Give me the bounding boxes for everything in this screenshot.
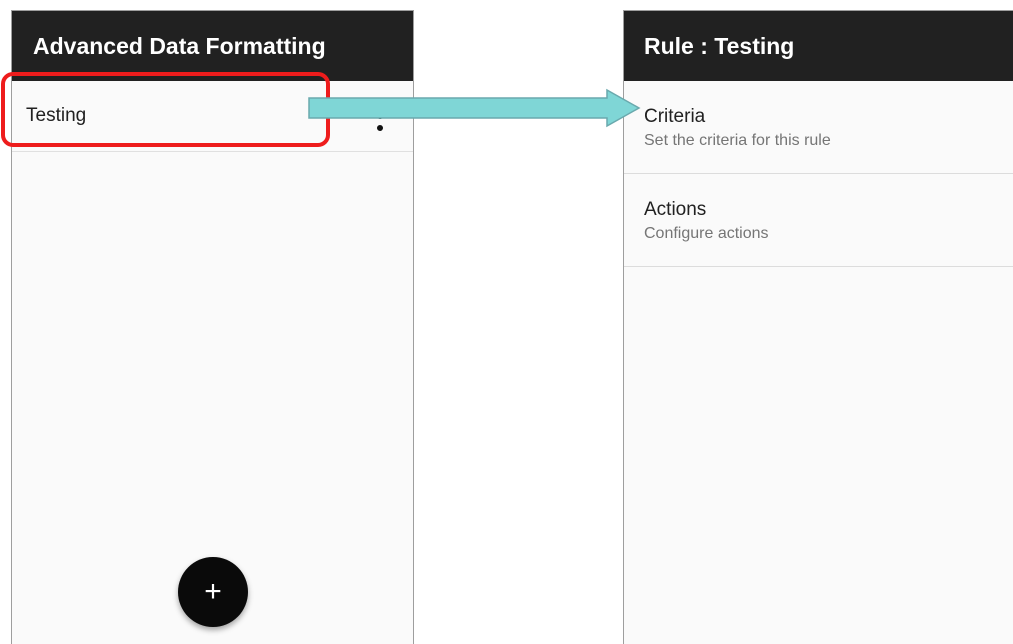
criteria-title: Criteria [644,106,706,127]
app-bar: Advanced Data Formatting [12,11,413,81]
actions-title: Actions [644,199,707,220]
add-rule-button[interactable]: + [178,557,248,627]
plus-icon: + [204,575,222,608]
highlight-box [1,72,330,147]
annotation-arrow-icon [308,88,641,128]
criteria-item[interactable]: Criteria Set the criteria for this rule [624,81,1013,174]
rule-detail-screen: Rule : Testing Criteria Set the criteria… [623,10,1013,644]
criteria-summary: Set the criteria for this rule [644,132,831,149]
actions-item[interactable]: Actions Configure actions [624,174,1013,267]
screen-title: Rule : Testing [644,32,795,59]
app-bar: Rule : Testing [624,11,1013,81]
actions-summary: Configure actions [644,225,769,242]
screen-title: Advanced Data Formatting [33,32,326,59]
